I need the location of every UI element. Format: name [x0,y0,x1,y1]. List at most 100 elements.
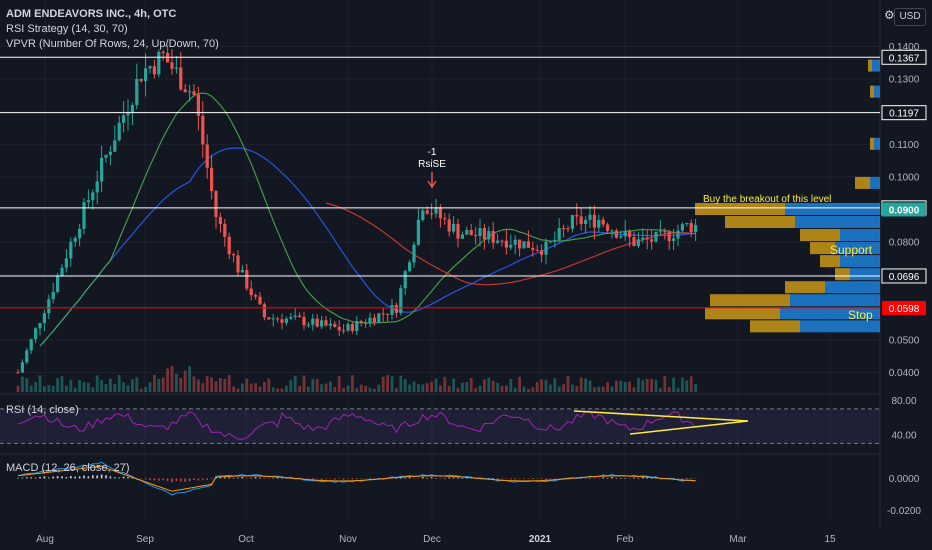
volume-bar [386,375,389,392]
vpvr-legend[interactable]: VPVR (Number Of Rows, 24, Up/Down, 70) [6,38,219,51]
macd-histogram-bar [312,478,314,480]
settings-icon[interactable]: ⚙ [884,8,895,22]
candle-body [183,89,187,93]
rsi-legend[interactable]: RSI (14, close) [6,404,79,417]
candle-body [73,238,77,242]
macd-histogram-bar [259,477,261,479]
candle-body [403,271,407,289]
candle-body [676,230,680,239]
vpvr-up-bar [872,59,880,72]
volume-bar [399,375,403,392]
vpvr-down-bar [800,229,840,242]
candle-body [47,299,51,314]
strategy-legend[interactable]: RSI Strategy (14, 30, 70) [6,23,128,36]
candle-body [254,295,258,297]
macd-histogram-bar [496,478,499,480]
candle-body [249,288,253,296]
candle-body [306,324,310,326]
candle-body [438,207,442,219]
volume-bar [285,385,288,392]
volume-bar [491,380,495,392]
candle-body [157,51,161,75]
macd-legend[interactable]: MACD (12, 26, close, 27) [6,462,130,475]
candle-body [628,230,632,238]
volume-bar [210,377,213,392]
macd-histogram-bar [364,478,367,479]
candle-body [100,157,104,182]
macd-histogram-bar [70,476,72,479]
volume-bar [95,375,99,392]
macd-histogram-bar [158,478,160,481]
candle-body [430,213,434,215]
vpvr-down-bar [868,59,872,72]
macd-histogram-bar [78,476,81,479]
chart-canvas[interactable]: 0.13670.11970.09050.06960.05980.0900 Buy… [0,0,932,550]
volume-bar [307,386,310,392]
moving-average-line [39,147,696,347]
volume-bar [214,381,218,392]
volume-bar [672,377,675,392]
candle-body [606,224,610,231]
volume-bar [29,385,33,392]
vpvr-down-bar [870,137,874,150]
candle-body [108,151,112,155]
time-axis-tick: Sep [136,534,154,545]
volume-bar [390,376,394,392]
volume-bar [364,385,367,392]
candle-body [694,224,698,233]
macd-histogram-bar [96,475,98,479]
vpvr-up-bar [795,216,880,229]
macd-histogram-bar [109,476,112,479]
candle-body [689,222,693,233]
candle-body [359,321,363,323]
macd-histogram-bar [149,478,151,481]
volume-bar [395,388,398,392]
volume-bar [25,378,29,392]
volume-bar [69,379,73,392]
volume-bar [694,384,697,392]
rsi-axis-tick: 80.00 [891,396,916,407]
macd-histogram-bar [26,477,28,479]
vpvr-down-bar [725,216,795,229]
price-axis-tick: 0.1000 [889,172,920,183]
vpvr-down-bar [710,294,790,307]
candle-body [69,241,73,259]
volume-bar [351,375,354,392]
volume-bar [469,377,473,392]
currency-button[interactable]: USD [894,8,926,26]
volume-bar [667,387,671,392]
candle-body [289,316,293,319]
time-axis-tick: Dec [423,534,441,545]
macd-histogram-bar [21,477,24,479]
candle-body [214,191,218,218]
volume-bar [439,385,442,392]
price-axis-tick: 0.0800 [889,238,920,249]
macd-histogram-bar [549,478,552,479]
volume-bar [271,387,275,392]
macd-histogram-bar [602,477,604,479]
time-axis-tick: 15 [824,534,836,545]
candle-body [632,237,636,247]
candle-body [496,240,500,243]
candle-body [223,223,227,237]
macd-histogram-bar [686,478,688,479]
macd-histogram-bar [281,477,283,479]
candle-body [355,321,359,332]
volume-bar [637,377,640,392]
candle-body [42,313,46,324]
macd-histogram-bar [518,478,521,479]
volume-bar [161,377,165,392]
candle-body [16,372,20,374]
macd-histogram-bar [202,478,204,480]
volume-bar [641,379,645,392]
macd-histogram-bar [48,477,50,479]
volume-bar [377,384,381,392]
candle-body [456,224,460,239]
volume-bar [329,381,332,392]
volume-bar [267,378,271,392]
macd-histogram-bar [417,478,420,479]
volume-bar [549,384,552,392]
macd-histogram-bar [624,478,626,479]
price-axis-tick: 0.0500 [889,335,920,346]
price-axis-tick: 0.1100 [889,140,919,151]
